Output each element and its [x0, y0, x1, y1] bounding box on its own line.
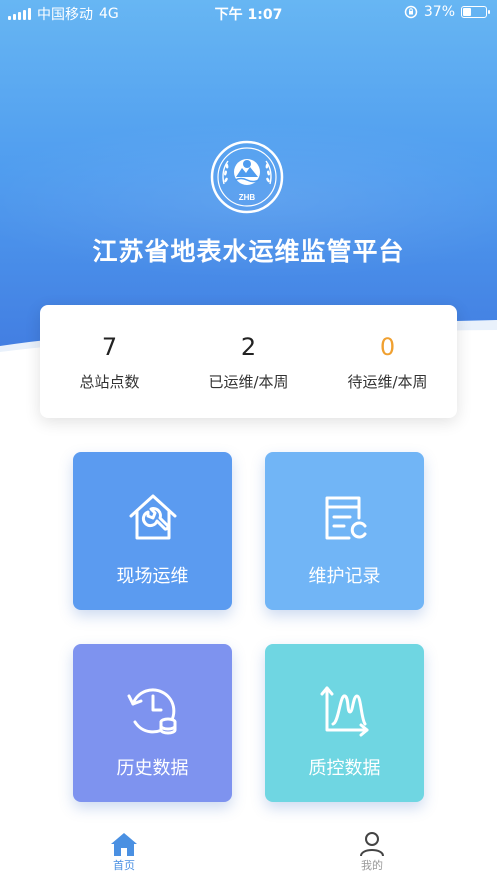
tile-field-maintenance[interactable]: 现场运维 — [73, 452, 232, 610]
tile-label: 历史数据 — [116, 758, 189, 779]
stat-label: 待运维/本周 — [347, 373, 428, 391]
tab-label: 我的 — [361, 859, 383, 872]
tab-label: 首页 — [113, 859, 135, 872]
tile-label: 质控数据 — [308, 758, 381, 779]
record-card-icon — [325, 496, 366, 540]
stats-card: 7 总站点数 2 已运维/本周 0 待运维/本周 — [40, 305, 457, 418]
stat-total-stations: 7 总站点数 — [40, 305, 179, 418]
stat-label: 已运维/本周 — [208, 373, 289, 391]
bottom-tab-bar: 首页 我的 — [0, 823, 497, 883]
status-bar: 中国移动 4G 下午 1:07 37% — [0, 0, 497, 26]
stat-maintained-week: 2 已运维/本周 — [179, 305, 318, 418]
tile-quality-control-data[interactable]: 质控数据 — [265, 644, 424, 802]
user-icon — [360, 832, 384, 857]
tile-label: 现场运维 — [116, 566, 189, 587]
stat-pending-week: 0 待运维/本周 — [318, 305, 457, 418]
stat-value: 7 — [101, 333, 118, 361]
battery-percent: 37% — [423, 4, 455, 20]
tile-label: 维护记录 — [308, 566, 381, 587]
stat-value: 0 — [379, 333, 396, 361]
qc-chart-icon — [320, 686, 368, 737]
tab-mine[interactable]: 我的 — [342, 831, 402, 873]
stat-label: 总站点数 — [79, 373, 140, 391]
stat-value: 2 — [240, 333, 257, 361]
zhb-logo: ZHB — [210, 140, 284, 214]
battery-icon — [461, 6, 490, 18]
tile-history-data[interactable]: 历史数据 — [73, 644, 232, 802]
tab-home[interactable]: 首页 — [94, 831, 154, 873]
tile-maintenance-record[interactable]: 维护记录 — [265, 452, 424, 610]
rotation-lock-icon — [404, 5, 418, 19]
house-wrench-icon — [129, 494, 176, 540]
history-clock-icon — [127, 688, 176, 735]
page-title: 江苏省地表水运维监管平台 — [92, 237, 405, 266]
logo-text: ZHB — [239, 193, 256, 202]
home-icon — [111, 833, 137, 856]
